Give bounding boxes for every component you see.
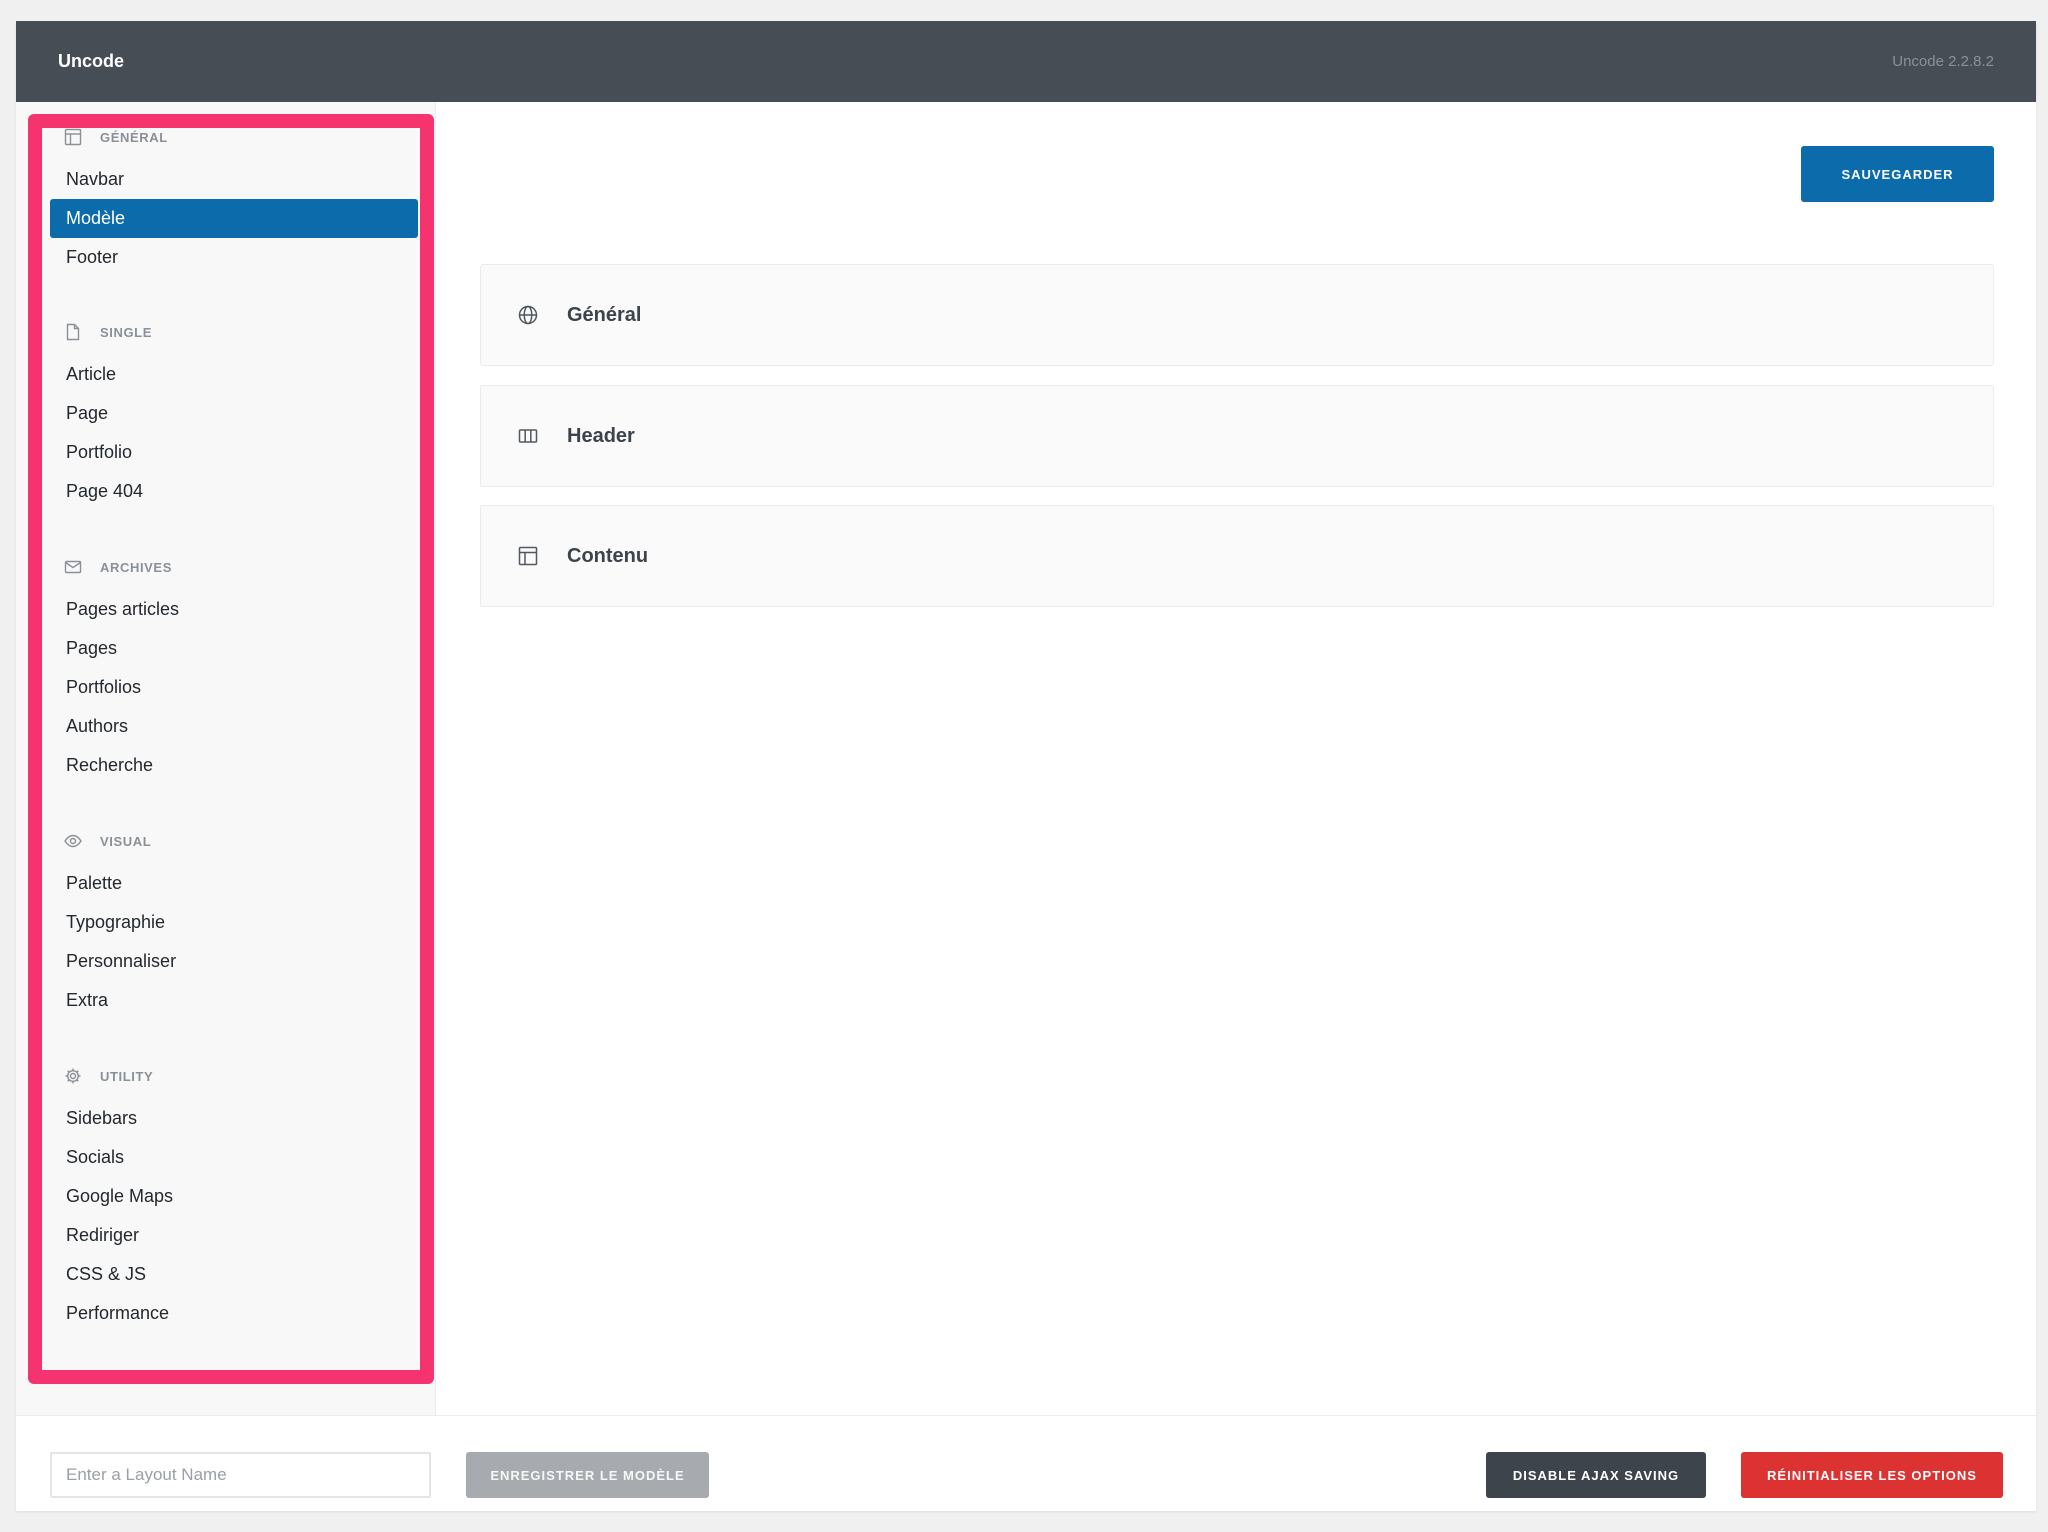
layout-icon	[517, 545, 539, 567]
sidebar-item-authors[interactable]: Authors	[50, 707, 418, 746]
save-button[interactable]: SAUVEGARDER	[1801, 146, 1994, 202]
sidebar-item-pages-articles[interactable]: Pages articles	[50, 590, 418, 629]
sidebar-nav: GÉNÉRAL Navbar Modèle Footer SINGLE Arti…	[16, 102, 436, 1415]
layout-icon	[64, 128, 82, 146]
globe-icon	[517, 304, 539, 326]
sidebar-item-typographie[interactable]: Typographie	[50, 903, 418, 942]
nav-section-archives: ARCHIVES Pages articles Pages Portfolios…	[50, 553, 418, 785]
envelope-icon	[64, 558, 82, 576]
sidebar-item-extra[interactable]: Extra	[50, 981, 418, 1020]
sidebar-item-recherche[interactable]: Recherche	[50, 746, 418, 785]
sidebar-item-page[interactable]: Page	[50, 394, 418, 433]
sidebar-item-rediriger[interactable]: Rediriger	[50, 1216, 418, 1255]
panel-contenu[interactable]: Contenu	[480, 505, 1994, 607]
panel-general[interactable]: Général	[480, 264, 1994, 366]
gear-icon	[64, 1067, 82, 1085]
sidebar-item-navbar[interactable]: Navbar	[50, 160, 418, 199]
nav-section-single: SINGLE Article Page Portfolio Page 404	[50, 318, 418, 511]
nav-section-visual: VISUAL Palette Typographie Personnaliser…	[50, 827, 418, 1020]
panel-header[interactable]: Header	[480, 385, 1994, 487]
nav-heading-label: VISUAL	[100, 833, 152, 849]
file-icon	[64, 323, 82, 341]
nav-heading-label: ARCHIVES	[100, 559, 172, 575]
nav-section-utility: UTILITY Sidebars Socials Google Maps Red…	[50, 1062, 418, 1333]
sidebar-item-socials[interactable]: Socials	[50, 1138, 418, 1177]
nav-heading-archives: ARCHIVES	[50, 553, 418, 581]
sidebar-item-footer[interactable]: Footer	[50, 238, 418, 277]
sidebar-item-sidebars[interactable]: Sidebars	[50, 1099, 418, 1138]
options-panel: Uncode Uncode 2.2.8.2 GÉNÉRAL Navbar Mod…	[16, 21, 2036, 1511]
nav-heading-visual: VISUAL	[50, 827, 418, 855]
nav-heading-label: GÉNÉRAL	[100, 129, 168, 145]
columns-icon	[517, 425, 539, 447]
panel-label: Général	[567, 303, 642, 326]
version-label: Uncode 2.2.8.2	[1892, 53, 1994, 70]
sidebar-item-page-404[interactable]: Page 404	[50, 472, 418, 511]
sidebar-item-performance[interactable]: Performance	[50, 1294, 418, 1333]
nav-heading-label: UTILITY	[100, 1068, 154, 1084]
layout-name-input[interactable]	[50, 1452, 431, 1498]
sidebar-item-article[interactable]: Article	[50, 355, 418, 394]
sidebar-item-palette[interactable]: Palette	[50, 864, 418, 903]
sidebar-item-pages[interactable]: Pages	[50, 629, 418, 668]
eye-icon	[64, 832, 82, 850]
nav-heading-general: GÉNÉRAL	[50, 123, 418, 151]
disable-ajax-saving-button[interactable]: DISABLE AJAX SAVING	[1486, 1452, 1706, 1498]
brand-title: Uncode	[58, 51, 125, 71]
topbar: Uncode Uncode 2.2.8.2	[16, 21, 2036, 102]
sidebar-item-personnaliser[interactable]: Personnaliser	[50, 942, 418, 981]
nav-section-general: GÉNÉRAL Navbar Modèle Footer	[50, 123, 418, 277]
save-layout-button[interactable]: ENREGISTRER LE MODÈLE	[466, 1452, 709, 1498]
panel-label: Contenu	[567, 544, 649, 567]
panel-label: Header	[567, 424, 635, 447]
reset-options-button[interactable]: RÉINITIALISER LES OPTIONS	[1741, 1452, 2003, 1498]
sidebar-item-google-maps[interactable]: Google Maps	[50, 1177, 418, 1216]
nav-heading-single: SINGLE	[50, 318, 418, 346]
sidebar-item-modele[interactable]: Modèle	[50, 199, 418, 238]
nav-heading-label: SINGLE	[100, 324, 152, 340]
sidebar-item-css-js[interactable]: CSS & JS	[50, 1255, 418, 1294]
nav-heading-utility: UTILITY	[50, 1062, 418, 1090]
main-content: SAUVEGARDER Général Header Contenu	[437, 102, 2036, 1415]
footer-bar: ENREGISTRER LE MODÈLE DISABLE AJAX SAVIN…	[16, 1415, 2036, 1511]
sidebar-item-portfolio[interactable]: Portfolio	[50, 433, 418, 472]
sidebar-item-portfolios[interactable]: Portfolios	[50, 668, 418, 707]
